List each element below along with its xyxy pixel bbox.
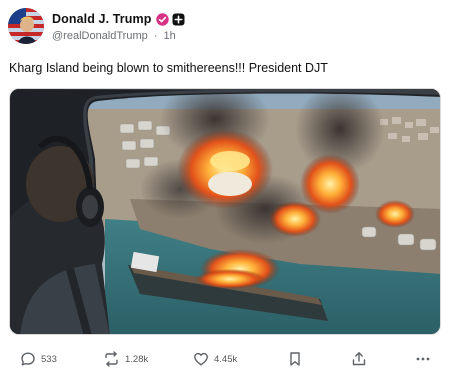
- bookmark-button[interactable]: [288, 348, 302, 370]
- bookmark-icon: [290, 352, 300, 366]
- like-count: 4.45k: [214, 353, 238, 365]
- action-bar: 533 1.28k 4.45k: [0, 348, 450, 370]
- avatar[interactable]: [8, 8, 44, 44]
- more-options-button[interactable]: [415, 348, 431, 370]
- more-dots-icon: [416, 357, 430, 361]
- plus-badge-icon: [172, 13, 185, 26]
- like-button[interactable]: 4.45k: [193, 348, 237, 370]
- post-card: Donald J. Trump @realDonaldTrump · 1h Kh…: [0, 0, 450, 384]
- separator: ·: [153, 30, 158, 42]
- repost-count: 1.28k: [125, 353, 149, 365]
- share-icon: [352, 352, 366, 366]
- share-button[interactable]: [351, 348, 367, 370]
- verified-badge-icon: [156, 12, 170, 26]
- handle-row: @realDonaldTrump · 1h: [52, 30, 185, 44]
- reply-icon: [21, 352, 35, 366]
- author-block: Donald J. Trump @realDonaldTrump · 1h: [52, 11, 185, 44]
- post-image[interactable]: [9, 88, 441, 335]
- handle[interactable]: @realDonaldTrump: [52, 30, 148, 42]
- timestamp[interactable]: 1h: [164, 30, 176, 42]
- repost-button[interactable]: 1.28k: [103, 348, 148, 370]
- post-text: Kharg Island being blown to smithereens!…: [9, 61, 328, 75]
- reply-count: 533: [41, 353, 57, 365]
- repost-icon: [105, 351, 118, 367]
- reply-button[interactable]: 533: [20, 348, 57, 370]
- heart-icon: [194, 352, 208, 366]
- display-name[interactable]: Donald J. Trump: [52, 12, 151, 26]
